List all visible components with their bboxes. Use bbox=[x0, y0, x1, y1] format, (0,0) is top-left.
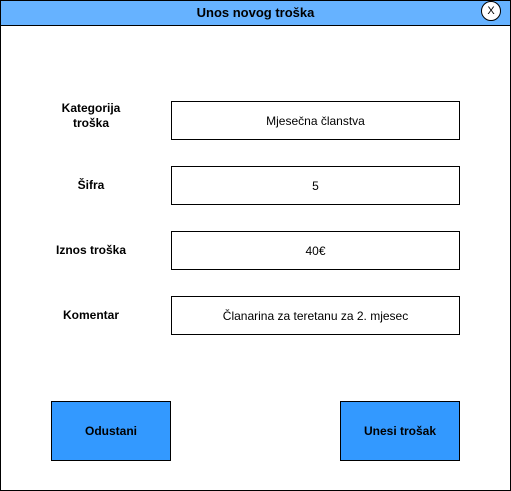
cancel-button[interactable]: Odustani bbox=[51, 401, 171, 461]
amount-value: 40€ bbox=[305, 243, 326, 258]
expense-dialog: Unos novog troška X Kategorija troška Mj… bbox=[0, 0, 511, 491]
category-label-line2: troška bbox=[72, 116, 110, 130]
cancel-button-label: Odustani bbox=[84, 424, 137, 438]
comment-field[interactable]: Članarina za teretanu za 2. mjesec bbox=[171, 296, 460, 335]
title-bar: Unos novog troška X bbox=[1, 1, 510, 26]
comment-value: Članarina za teretanu za 2. mjesec bbox=[222, 308, 409, 323]
category-label-line1: Kategorija bbox=[61, 101, 121, 115]
code-value: 5 bbox=[312, 178, 319, 193]
amount-field[interactable]: 40€ bbox=[171, 231, 460, 270]
amount-label: Iznos troška bbox=[55, 243, 127, 257]
code-label: Šifra bbox=[77, 178, 105, 192]
category-label: Kategorija troška bbox=[31, 101, 151, 131]
category-field[interactable]: Mjesečna članstva bbox=[171, 101, 460, 140]
category-value: Mjesečna članstva bbox=[266, 113, 365, 128]
code-field[interactable]: 5 bbox=[171, 166, 460, 205]
submit-expense-button[interactable]: Unesi trošak bbox=[340, 401, 460, 461]
comment-label: Komentar bbox=[62, 308, 119, 322]
submit-button-label: Unesi trošak bbox=[363, 424, 437, 438]
dialog-title: Unos novog troška bbox=[196, 5, 315, 20]
close-button[interactable]: X bbox=[481, 1, 501, 21]
